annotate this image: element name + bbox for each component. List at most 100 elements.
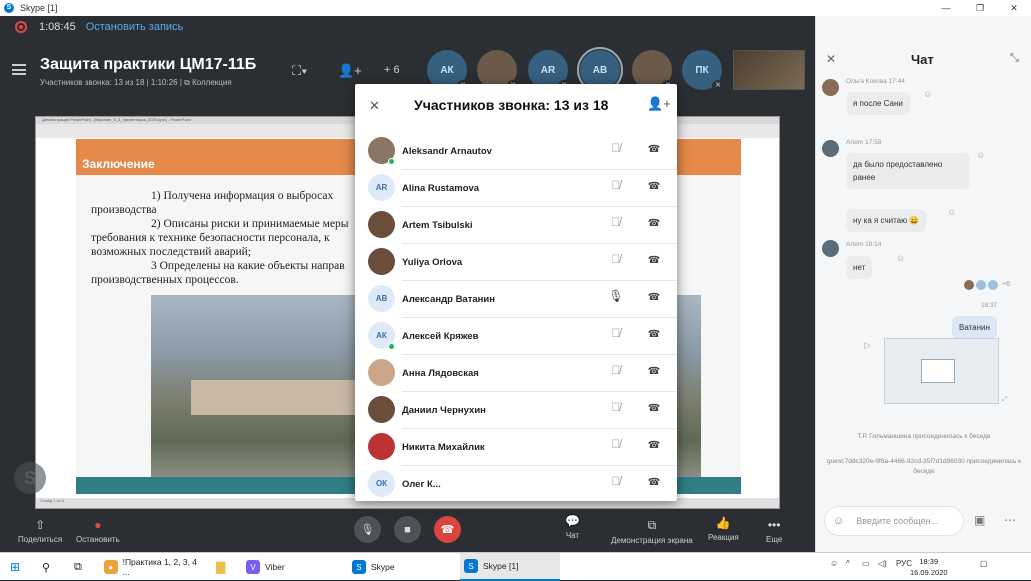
message-bubble[interactable]: нет (846, 256, 873, 279)
participant-row[interactable]: Artem Tsibulski 🎙̸ ☎ (355, 207, 677, 244)
call-subtitle[interactable]: Участников звонка: 13 из 18 | 1:10:26 | … (40, 78, 232, 88)
participant-list: Aleksandr Arnautov 🎙̸ ☎ AR Alina Rustamov… (355, 133, 677, 501)
participant-row[interactable]: Анна Лядовская 🎙̸ ☎ (355, 355, 677, 392)
message-bubble[interactable]: Ватанин (952, 316, 997, 339)
stop-button[interactable]: ● Остановить (76, 518, 120, 544)
participant-row[interactable]: АВ Александр Ватанин 🎙 ☎ (355, 281, 677, 318)
clock-date: 16.09.2020 (910, 568, 948, 577)
search-icon[interactable]: ⚲ (42, 553, 50, 581)
end-call-button[interactable]: ☎ (434, 516, 461, 543)
participant-row[interactable]: Никита Михайлик 🎙̸ ☎ (355, 429, 677, 466)
more-participants-count[interactable]: + 6 (384, 64, 400, 76)
taskbar-item-browser[interactable]: ● !Практика 1, 2, 3, 4 ... (104, 553, 204, 581)
taskbar-clock[interactable]: 18:39 16.09.2020 (910, 556, 948, 578)
hang-up-icon[interactable]: ☎ (646, 292, 662, 303)
participant-row[interactable]: AR Alina Rustamova 🎙̸ ☎ (355, 170, 677, 207)
avatar (368, 359, 395, 386)
close-chat-icon[interactable]: ✕ (826, 52, 836, 66)
expand-image-icon[interactable]: ⤢ (1002, 396, 1008, 404)
mic-muted-icon[interactable]: 🎙̸ (608, 437, 624, 455)
system-message: guest:7ddc320e-9f6a-4466-92cd-35f7d1d960… (826, 458, 1022, 475)
volume-icon[interactable]: ◁) (878, 559, 887, 568)
share-icon: ⇧ (35, 518, 46, 532)
mic-muted-icon[interactable]: 🎙̸ (608, 326, 624, 344)
maximize-button[interactable]: ❐ (963, 0, 997, 16)
camera-button[interactable]: ■ (394, 516, 421, 543)
people-icon[interactable]: ☺ (830, 559, 838, 568)
attach-media-icon[interactable]: ▣ (974, 513, 985, 527)
participant-row[interactable]: ОК Олег К... 🎙̸ ☎ (355, 466, 677, 501)
expand-icon[interactable]: ⤡ (1010, 52, 1019, 65)
message-bubble[interactable]: ну ка я считаю 😄 (846, 209, 927, 232)
mic-icon[interactable]: 🎙 (608, 289, 624, 307)
share-button[interactable]: ⇧ Поделиться (18, 518, 62, 544)
send-icon: ▷ (864, 340, 871, 350)
reaction-count[interactable]: +6 (1002, 281, 1010, 288)
mic-button[interactable]: 🎙 (354, 516, 381, 543)
hang-up-icon[interactable]: ☎ (646, 218, 662, 229)
message-bubble[interactable]: да было предоставлено ранее (846, 153, 970, 189)
mic-muted-icon[interactable]: 🎙̸ (608, 178, 624, 196)
hang-up-icon[interactable]: ☎ (646, 403, 662, 414)
participant-row[interactable]: Даниил Чернухин 🎙̸ ☎ (355, 392, 677, 429)
mic-muted-icon[interactable]: 🎙̸ (608, 141, 624, 159)
mic-muted-icon[interactable]: 🎙̸ (608, 252, 624, 270)
mic-muted-icon[interactable]: 🎙̸ (608, 363, 624, 381)
hang-up-icon[interactable]: ☎ (646, 329, 662, 340)
chevron-up-icon[interactable]: ^ (846, 559, 850, 568)
participant-name: Даниил Чернухин (402, 405, 486, 416)
message-bubble[interactable]: я после Сани (846, 92, 910, 115)
hang-up-icon[interactable]: ☎ (646, 181, 662, 192)
participant-row[interactable]: Yuliya Orlova 🎙̸ ☎ (355, 244, 677, 281)
reaction-button[interactable]: 👍 Реакция (708, 516, 739, 542)
file-explorer-icon[interactable]: ▇ (216, 553, 225, 581)
add-reaction-icon[interactable]: ☺ (976, 150, 985, 160)
more-chat-icon[interactable]: ⋯ (1004, 513, 1016, 527)
hang-up-icon[interactable]: ☎ (646, 144, 662, 155)
close-window-button[interactable]: ✕ (997, 0, 1031, 16)
task-view-icon[interactable]: ⧉ (74, 553, 82, 581)
add-participant-icon[interactable]: 👤+ (338, 63, 362, 79)
participant-row[interactable]: Aleksandr Arnautov 🎙̸ ☎ (355, 133, 677, 170)
taskbar-item-skype-1[interactable]: S Skype [1] (460, 553, 560, 581)
chat-button[interactable]: 💬 Чат (565, 514, 580, 540)
emoji-icon[interactable]: ☺ (833, 515, 844, 527)
shared-image[interactable] (884, 338, 999, 404)
network-icon[interactable]: ▭ (862, 559, 870, 568)
system-message: Т.Р. Гильманшина присоединилась к беседе (857, 433, 991, 440)
minimize-button[interactable]: — (929, 0, 963, 16)
stop-label: Остановить (76, 535, 120, 544)
taskbar-item-skype[interactable]: S Skype (352, 553, 452, 581)
mic-muted-icon[interactable]: 🎙̸ (608, 400, 624, 418)
self-video-thumbnail[interactable] (733, 50, 805, 90)
add-participant-icon[interactable]: 👤+ (647, 96, 671, 112)
participant-avatar[interactable]: ПК ✕ (682, 50, 724, 92)
screen-share-button[interactable]: ⧉ Демонстрация экрана (611, 518, 693, 545)
add-reaction-icon[interactable]: ☺ (896, 253, 905, 263)
mic-muted-icon[interactable]: 🎙̸ (608, 215, 624, 233)
add-reaction-icon[interactable]: ☺ (947, 207, 956, 217)
stop-recording-link[interactable]: Остановить запись (86, 21, 184, 33)
participant-name: Yuliya Orlova (402, 257, 463, 268)
windows-start-icon[interactable]: ⊞ (10, 553, 20, 581)
close-icon[interactable]: ✕ (369, 98, 380, 114)
online-status-icon (388, 158, 395, 165)
mic-muted-icon[interactable]: 🎙̸ (608, 474, 624, 492)
more-button[interactable]: ••• Еще (766, 518, 782, 544)
thumbs-up-icon: 👍 (715, 516, 731, 530)
hang-up-icon[interactable]: ☎ (646, 366, 662, 377)
hang-up-icon[interactable]: ☎ (646, 440, 662, 451)
reaction-label: Реакция (708, 533, 739, 542)
hang-up-icon[interactable]: ☎ (646, 477, 662, 488)
call-title: Защита практики ЦМ17-11Б (40, 56, 257, 73)
add-reaction-icon[interactable]: ☺ (923, 89, 932, 99)
online-status-icon (388, 343, 395, 350)
message-input[interactable]: ☺ Введите сообщен... (824, 506, 964, 536)
taskbar-item-viber[interactable]: V Viber (246, 553, 346, 581)
hang-up-icon[interactable]: ☎ (646, 255, 662, 266)
notifications-icon[interactable]: ▢ (980, 559, 988, 568)
menu-icon[interactable] (12, 64, 26, 75)
slide-title: Заключение (82, 157, 155, 171)
participant-row[interactable]: АК Алексей Кряжев 🎙̸ ☎ (355, 318, 677, 355)
layout-icon[interactable]: ⛶▾ (292, 63, 307, 79)
